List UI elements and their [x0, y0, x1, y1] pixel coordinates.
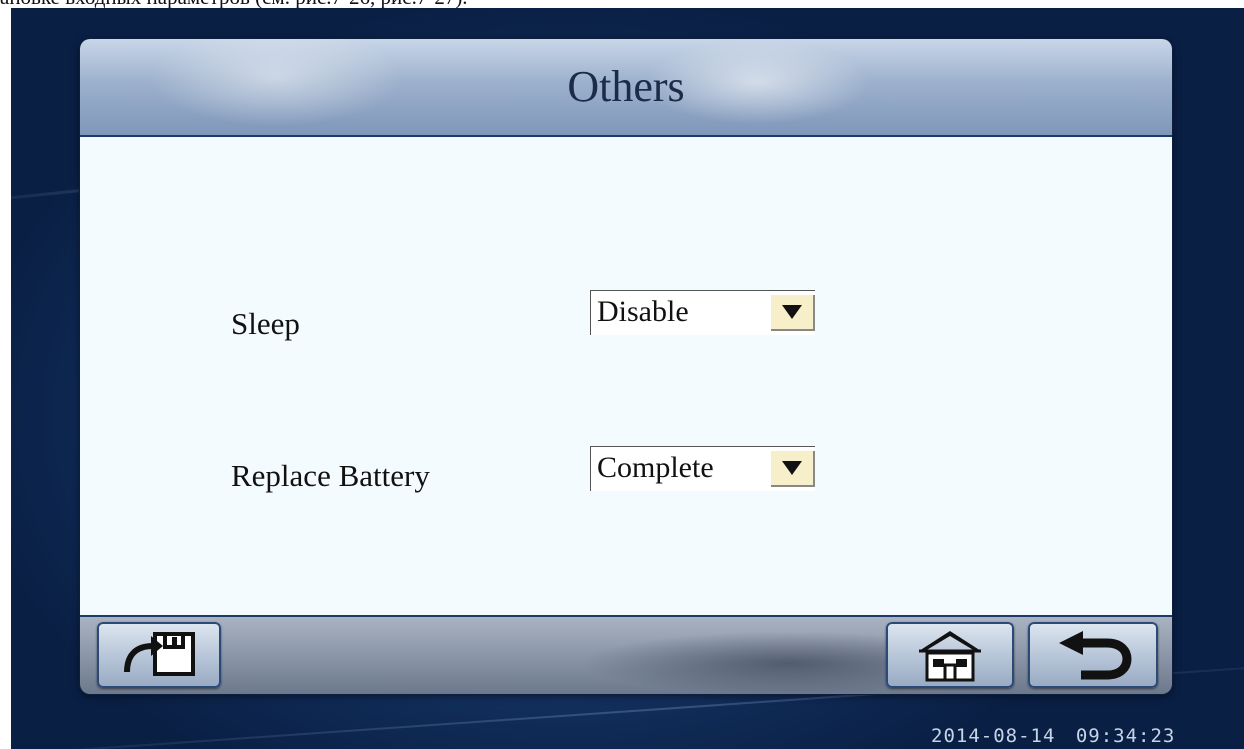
chevron-down-icon	[782, 305, 802, 319]
home-icon	[919, 631, 981, 682]
save-floppy-icon	[124, 632, 195, 676]
title-bar: Others	[80, 39, 1172, 137]
status-date: 2014-08-14	[931, 725, 1056, 747]
status-time: 09:34:23	[1075, 725, 1176, 747]
chevron-down-icon	[782, 461, 802, 475]
settings-panel: Others Sleep Disable Replace Battery Com…	[80, 39, 1172, 694]
replace-battery-dropdown-value: Complete	[597, 451, 714, 484]
bottom-toolbar	[80, 615, 1172, 694]
status-datetime: 2014-08-14 09:34:23	[931, 725, 1175, 747]
back-button[interactable]	[1028, 622, 1158, 688]
back-arrow-icon	[1059, 631, 1132, 680]
page-title: Others	[567, 62, 685, 111]
replace-battery-dropdown-button[interactable]	[771, 451, 815, 487]
sleep-dropdown[interactable]: Disable	[590, 290, 815, 335]
sleep-label: Sleep	[231, 306, 300, 341]
home-button[interactable]	[886, 622, 1014, 688]
replace-battery-label: Replace Battery	[231, 458, 430, 493]
save-button[interactable]	[97, 622, 221, 688]
replace-battery-dropdown[interactable]: Complete	[590, 446, 815, 491]
sleep-dropdown-button[interactable]	[771, 295, 815, 331]
settings-content: Sleep Disable Replace Battery Complete	[80, 137, 1172, 615]
sleep-dropdown-value: Disable	[597, 295, 689, 328]
page-caption: ановке входных параметров (см. рис.7-26,…	[0, 0, 1244, 8]
